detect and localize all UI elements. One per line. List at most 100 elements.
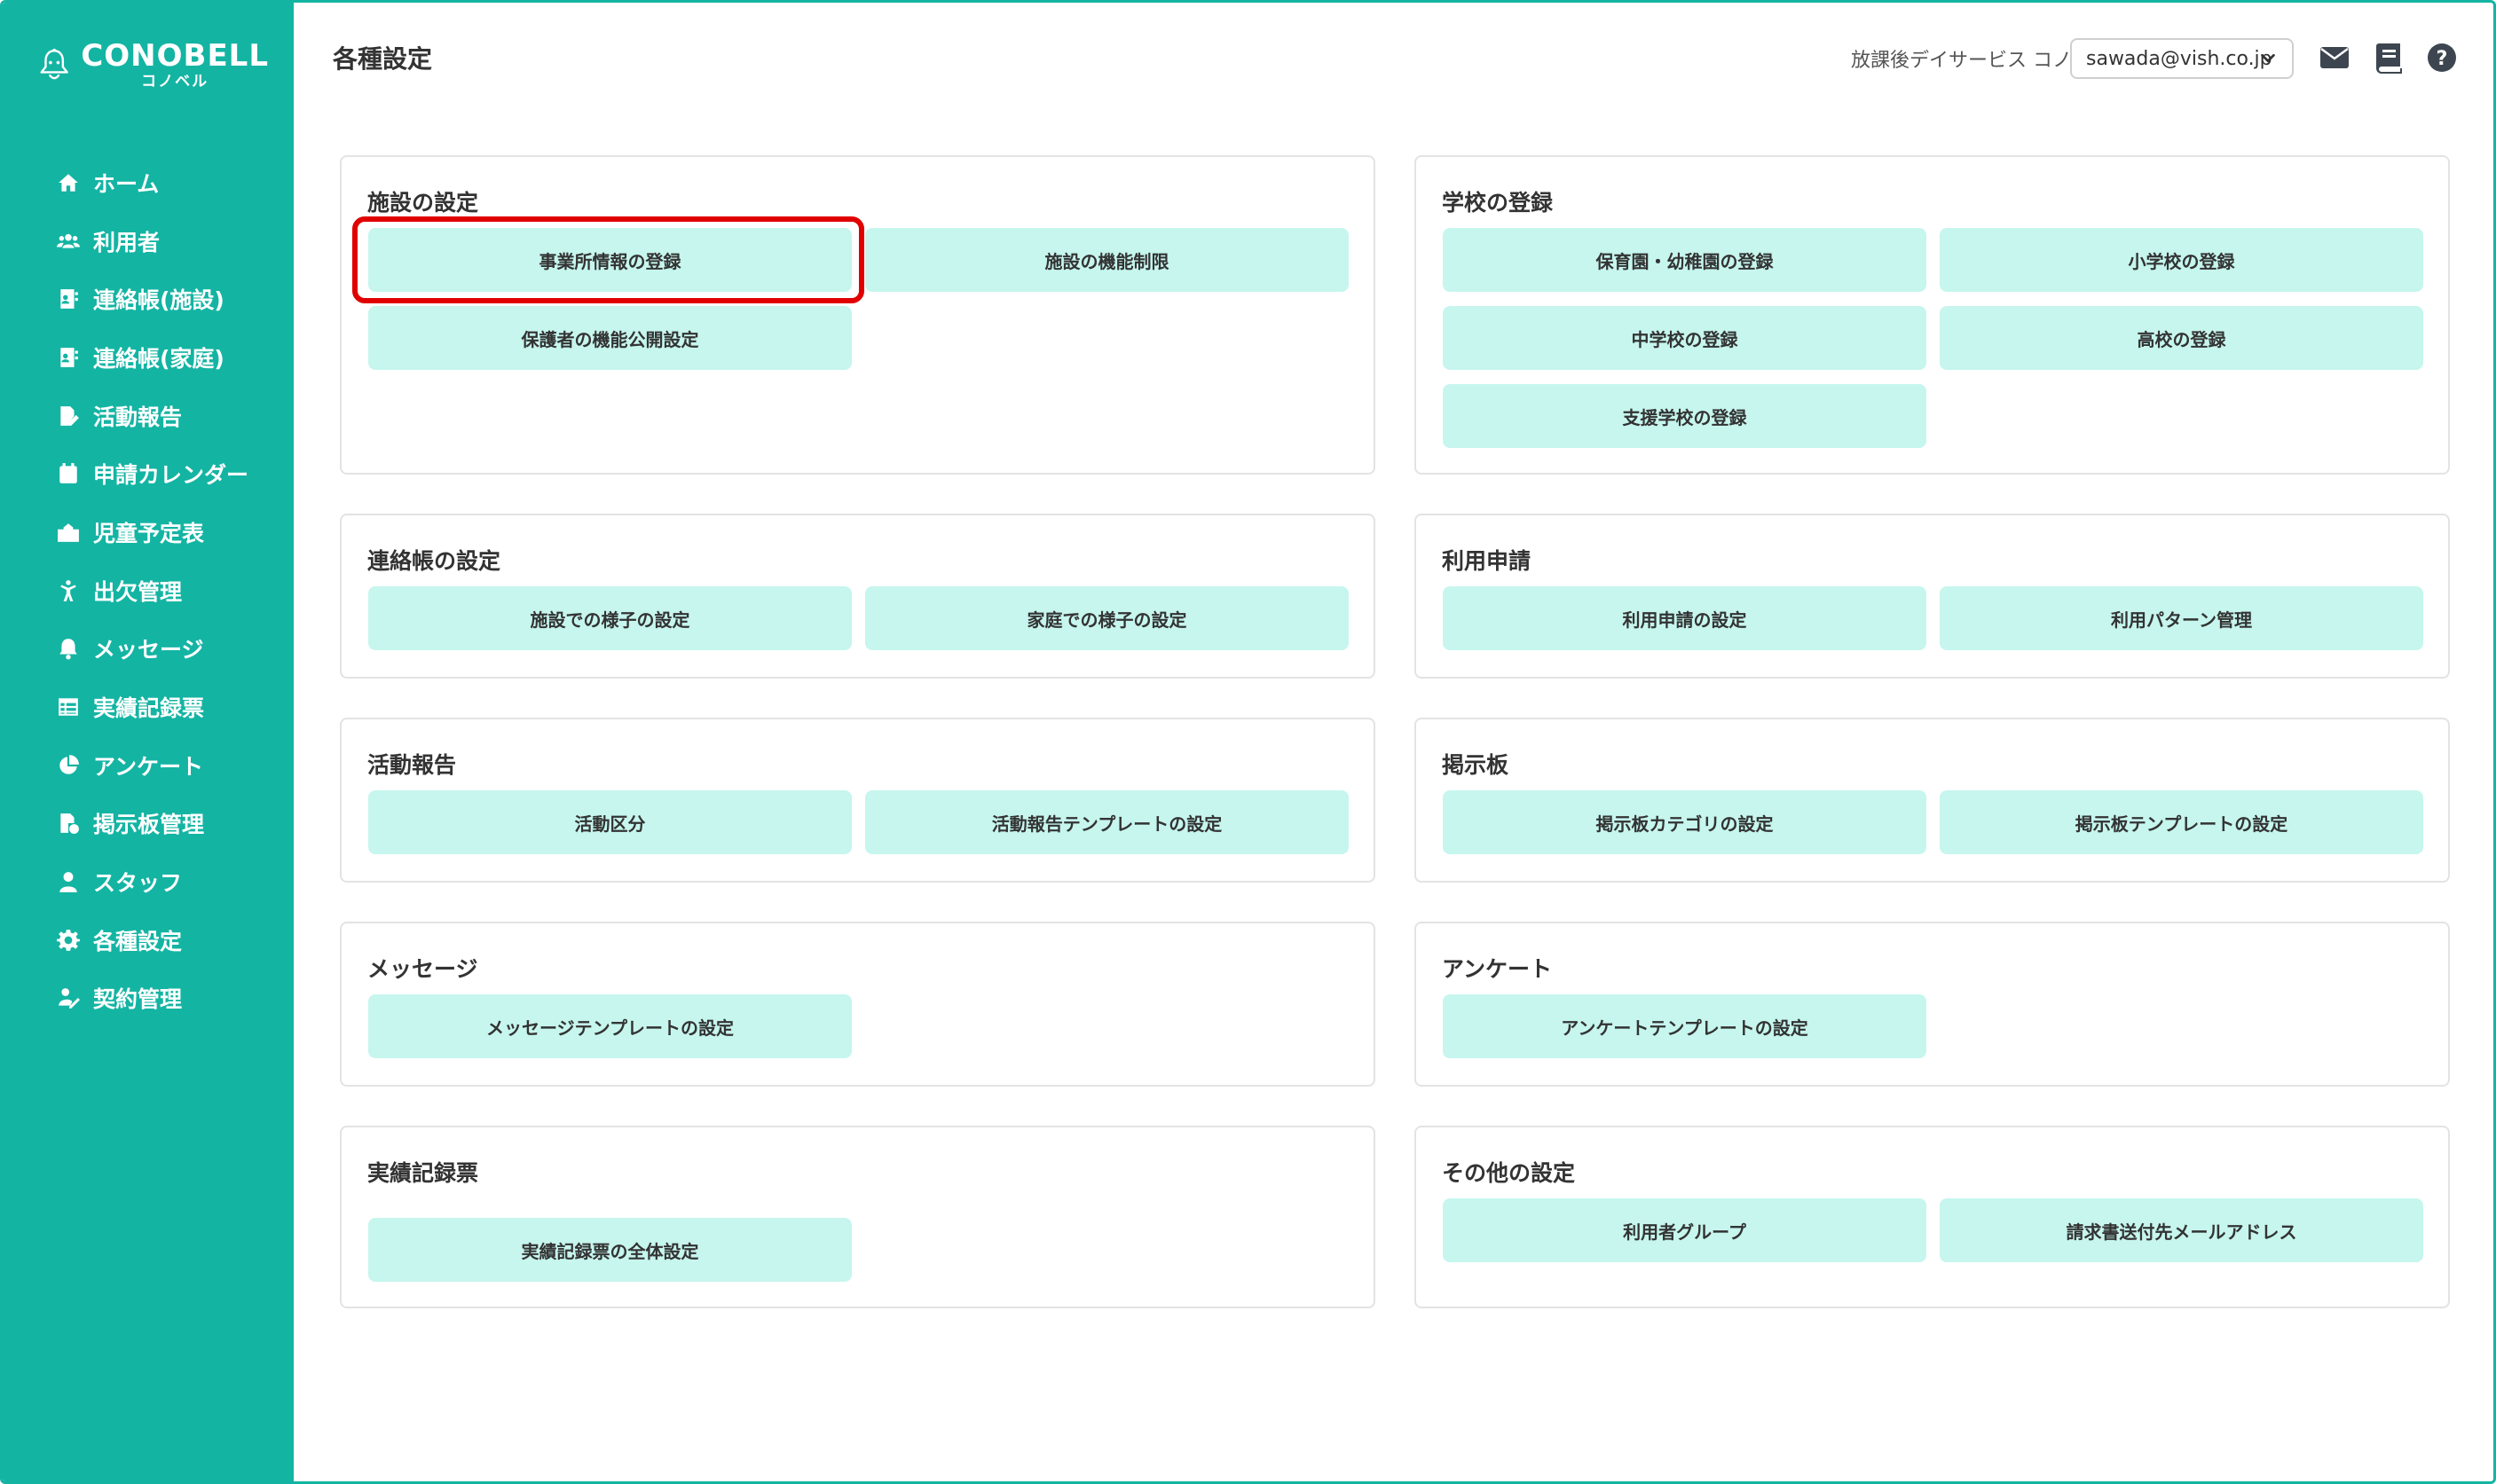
card-record-sheet: 実績記録票 実績記録票の全体設定 xyxy=(340,1126,1375,1308)
gear-icon xyxy=(56,928,81,953)
sidebar-item-users[interactable]: 利用者 xyxy=(3,212,294,271)
card-other-settings: その他の設定 利用者グループ 請求書送付先メールアドレス xyxy=(1414,1126,2450,1308)
sidebar: CONOBELL コノベル ホーム 利用者 連絡帳(施設) 連絡帳(家庭) 活動… xyxy=(3,3,294,1481)
logo-subtitle: コノベル xyxy=(141,72,209,90)
card-usage-application: 利用申請 利用申請の設定 利用パターン管理 xyxy=(1414,514,2450,679)
sidebar-item-label: 掲示板管理 xyxy=(93,812,205,838)
home-icon xyxy=(56,170,81,195)
facility-function-limit-button[interactable]: 施設の機能制限 xyxy=(865,228,1349,292)
sidebar-item-label: 児童予定表 xyxy=(93,520,205,546)
card-title: 実績記録票 xyxy=(367,1160,479,1186)
activity-report-template-button[interactable]: 活動報告テンプレートの設定 xyxy=(865,790,1349,854)
card-contact-book-settings: 連絡帳の設定 施設での様子の設定 家庭での様子の設定 xyxy=(340,514,1375,679)
card-title: メッセージ xyxy=(367,956,478,982)
message-template-settings-button[interactable]: メッセージテンプレートの設定 xyxy=(368,994,852,1058)
school-icon xyxy=(56,520,81,545)
table-icon xyxy=(56,695,81,719)
sidebar-item-label: 活動報告 xyxy=(93,404,183,430)
card-title: 掲示板 xyxy=(1442,752,1509,778)
sidebar-item-message[interactable]: メッセージ xyxy=(3,620,294,679)
contact-book-icon xyxy=(56,287,81,311)
card-title: その他の設定 xyxy=(1442,1160,1576,1186)
card-bulletin-board: 掲示板 掲示板カテゴリの設定 掲示板テンプレートの設定 xyxy=(1414,718,2450,883)
board-category-settings-button[interactable]: 掲示板カテゴリの設定 xyxy=(1443,790,1926,854)
sidebar-item-staff[interactable]: スタッフ xyxy=(3,852,294,911)
card-title: 活動報告 xyxy=(367,752,457,778)
register-nursery-button[interactable]: 保育園・幼稚園の登録 xyxy=(1443,228,1926,292)
sidebar-item-label: 各種設定 xyxy=(93,928,183,954)
sidebar-item-activity-report[interactable]: 活動報告 xyxy=(3,387,294,445)
card-title: 利用申請 xyxy=(1442,548,1531,574)
users-icon xyxy=(56,229,81,254)
book-icon[interactable] xyxy=(2373,42,2405,74)
page-title: 各種設定 xyxy=(333,44,433,74)
board-template-settings-button[interactable]: 掲示板テンプレートの設定 xyxy=(1940,790,2423,854)
sidebar-item-label: ホーム xyxy=(93,170,160,197)
card-title: 学校の登録 xyxy=(1442,190,1554,216)
svg-text:?: ? xyxy=(2437,48,2448,70)
sidebar-item-contract[interactable]: 契約管理 xyxy=(3,970,294,1028)
register-special-school-button[interactable]: 支援学校の登録 xyxy=(1443,384,1926,448)
survey-template-settings-button[interactable]: アンケートテンプレートの設定 xyxy=(1443,994,1926,1058)
sidebar-item-label: 実績記録票 xyxy=(93,695,205,722)
sidebar-item-label: アンケート xyxy=(93,753,204,780)
guardian-function-public-button[interactable]: 保護者の機能公開設定 xyxy=(368,306,852,370)
card-title: アンケート xyxy=(1442,956,1553,982)
sidebar-item-label: メッセージ xyxy=(93,637,204,663)
sidebar-item-attendance[interactable]: 出欠管理 xyxy=(3,561,294,620)
sidebar-item-label: 契約管理 xyxy=(93,986,183,1013)
sidebar-item-settings[interactable]: 各種設定 xyxy=(3,911,294,970)
record-sheet-global-settings-button[interactable]: 実績記録票の全体設定 xyxy=(368,1218,852,1282)
bell-logo-icon xyxy=(40,48,68,80)
card-school-registration: 学校の登録 保育園・幼稚園の登録 小学校の登録 中学校の登録 高校の登録 支援学… xyxy=(1414,155,2450,475)
account-select[interactable]: sawada@vish.co.jp xyxy=(2070,38,2294,79)
card-title: 連絡帳の設定 xyxy=(367,548,501,574)
register-elementary-button[interactable]: 小学校の登録 xyxy=(1940,228,2423,292)
sidebar-item-label: 連絡帳(施設) xyxy=(93,287,224,314)
register-junior-high-button[interactable]: 中学校の登録 xyxy=(1443,306,1926,370)
sidebar-item-label: 出欠管理 xyxy=(93,578,183,605)
activity-category-button[interactable]: 活動区分 xyxy=(368,790,852,854)
sidebar-item-survey[interactable]: アンケート xyxy=(3,736,294,795)
register-office-info-button[interactable]: 事業所情報の登録 xyxy=(368,228,852,292)
card-facility-settings: 施設の設定 事業所情報の登録 施設の機能制限 保護者の機能公開設定 xyxy=(340,155,1375,475)
sidebar-nav: ホーム 利用者 連絡帳(施設) 連絡帳(家庭) 活動報告 申請カレンダー 児童予… xyxy=(3,153,294,1027)
board-icon xyxy=(56,811,81,836)
sidebar-item-contact-home[interactable]: 連絡帳(家庭) xyxy=(3,328,294,387)
sidebar-item-calendar[interactable]: 申請カレンダー xyxy=(3,444,294,503)
sidebar-item-board[interactable]: 掲示板管理 xyxy=(3,795,294,853)
pie-chart-icon xyxy=(56,753,81,778)
mail-icon[interactable] xyxy=(2319,42,2350,74)
card-message: メッセージ メッセージテンプレートの設定 xyxy=(340,922,1375,1087)
contact-book-icon xyxy=(56,345,81,370)
user-group-button[interactable]: 利用者グループ xyxy=(1443,1198,1926,1262)
help-icon[interactable]: ? xyxy=(2426,42,2458,74)
app-window: CONOBELL コノベル ホーム 利用者 連絡帳(施設) 連絡帳(家庭) 活動… xyxy=(0,0,2496,1484)
invoice-email-address-button[interactable]: 請求書送付先メールアドレス xyxy=(1940,1198,2423,1262)
sidebar-item-child-schedule[interactable]: 児童予定表 xyxy=(3,503,294,561)
card-survey: アンケート アンケートテンプレートの設定 xyxy=(1414,922,2450,1087)
usage-pattern-management-button[interactable]: 利用パターン管理 xyxy=(1940,586,2423,650)
sidebar-item-label: スタッフ xyxy=(93,870,183,897)
register-high-school-button[interactable]: 高校の登録 xyxy=(1940,306,2423,370)
sidebar-item-home[interactable]: ホーム xyxy=(3,153,294,212)
logo-wordmark: CONOBELL xyxy=(81,37,269,74)
usage-application-settings-button[interactable]: 利用申請の設定 xyxy=(1443,586,1926,650)
report-edit-icon xyxy=(56,404,81,428)
sidebar-item-record[interactable]: 実績記録票 xyxy=(3,678,294,736)
staff-icon xyxy=(56,869,81,894)
sidebar-item-contact-facility[interactable]: 連絡帳(施設) xyxy=(3,270,294,328)
facility-status-settings-button[interactable]: 施設での様子の設定 xyxy=(368,586,852,650)
home-status-settings-button[interactable]: 家庭での様子の設定 xyxy=(865,586,1349,650)
chevron-down-icon xyxy=(2261,53,2275,63)
contract-icon xyxy=(56,985,81,1010)
card-activity-report: 活動報告 活動区分 活動報告テンプレートの設定 xyxy=(340,718,1375,883)
app-logo[interactable]: CONOBELL コノベル xyxy=(38,33,269,97)
sidebar-item-label: 利用者 xyxy=(93,229,161,255)
sidebar-item-label: 連絡帳(家庭) xyxy=(93,345,224,372)
bell-icon xyxy=(56,636,81,661)
sidebar-item-label: 申請カレンダー xyxy=(93,462,249,489)
calendar-icon xyxy=(56,461,81,486)
account-email: sawada@vish.co.jp xyxy=(2086,47,2272,70)
attendance-icon xyxy=(56,578,81,603)
